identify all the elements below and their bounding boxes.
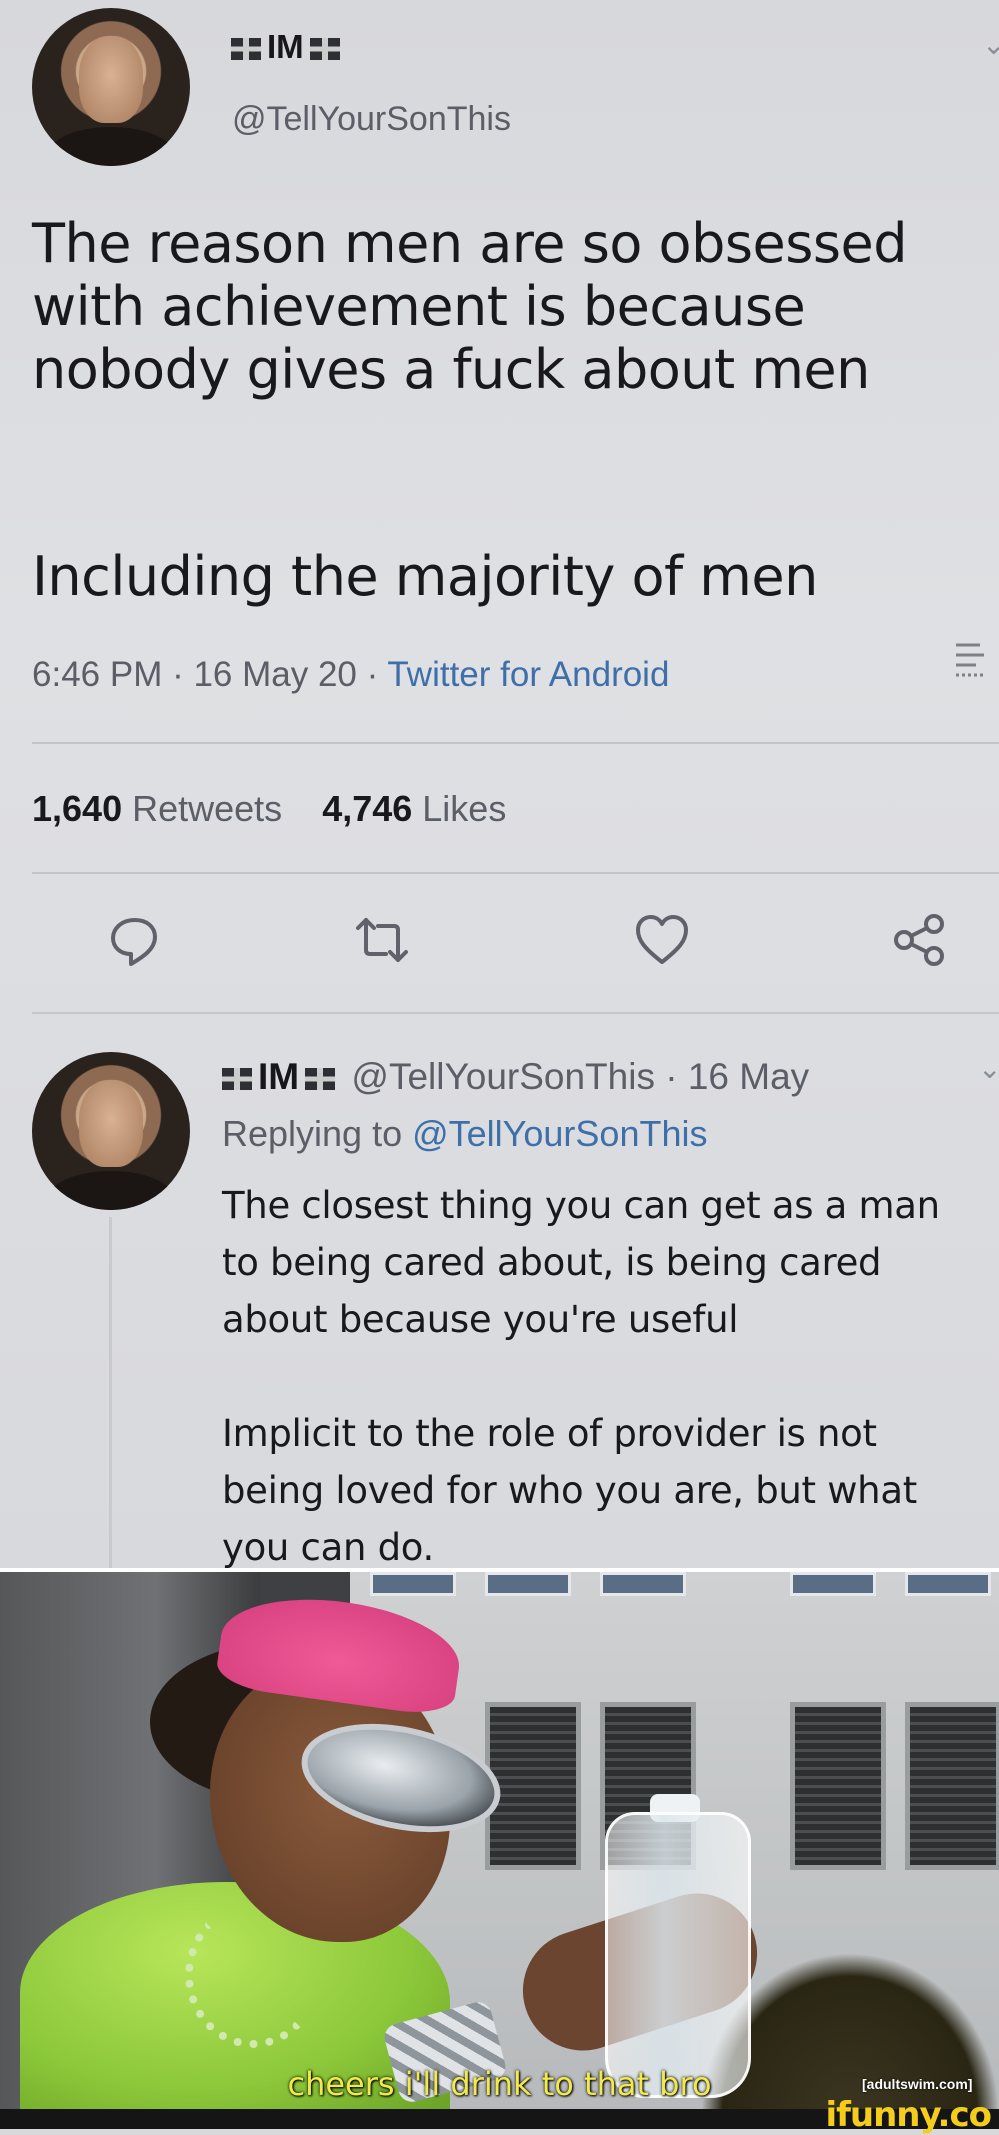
chevron-down-icon[interactable]: ⌄ xyxy=(978,1052,999,1085)
retweets-label: Retweets xyxy=(122,788,283,829)
thread-line xyxy=(109,1217,112,1568)
tweet-text-line: with achievement is because xyxy=(32,275,806,338)
reply-header: IM @TellYourSonThis · 16 May xyxy=(222,1056,809,1098)
divider xyxy=(32,872,999,874)
reply-text-line: Implicit to the role of provider is not xyxy=(222,1412,877,1455)
adultswim-watermark: [adultswim.com] xyxy=(862,2076,973,2092)
tweet-client[interactable]: Twitter for Android xyxy=(387,655,669,694)
retweets-stat[interactable]: 1,640 Retweets xyxy=(32,788,282,829)
tweet-text-line: The reason men are so obsessed xyxy=(32,212,907,275)
uk-flag-icon xyxy=(222,1068,252,1091)
uk-flag-icon xyxy=(305,1068,336,1091)
retweet-icon[interactable] xyxy=(352,910,412,970)
meme-image xyxy=(0,1568,999,2113)
tweet-text-line: nobody gives a fuck about men xyxy=(32,338,870,401)
reply-text-line: The closest thing you can get as a man xyxy=(222,1184,940,1227)
author-avatar[interactable] xyxy=(32,8,190,166)
reply-handle-date[interactable]: @TellYourSonThis · 16 May xyxy=(341,1056,809,1097)
ifunny-logo[interactable]: ifunny.co xyxy=(825,2095,992,2135)
uk-flag-icon xyxy=(231,38,261,61)
replying-prefix: Replying to xyxy=(222,1113,413,1154)
tweet-text: The reason men are so obsessed with achi… xyxy=(32,212,907,401)
replying-to: Replying to @TellYourSonThis xyxy=(222,1113,707,1155)
uk-flag-icon xyxy=(309,38,340,61)
tweet-meta: 6:46 PM · 16 May 20 · Twitter for Androi… xyxy=(32,655,669,695)
likes-stat[interactable]: 4,746 Likes xyxy=(322,788,506,829)
reply-text-line: to being cared about, is being cared xyxy=(222,1241,882,1284)
replying-handle-link[interactable]: @TellYourSonThis xyxy=(412,1113,707,1154)
reply-text-line: you can do. xyxy=(222,1526,434,1568)
reply-icon[interactable] xyxy=(105,910,165,970)
author-name[interactable]: IM xyxy=(225,28,346,66)
reply-author-avatar[interactable] xyxy=(32,1052,190,1210)
retweets-count: 1,640 xyxy=(32,788,123,829)
tweet-text-line: Including the majority of men xyxy=(32,545,818,608)
likes-count: 4,746 xyxy=(322,788,413,829)
chevron-down-icon[interactable]: ⌄ xyxy=(982,28,999,61)
likes-label: Likes xyxy=(412,788,507,829)
reply-text-line: about because you're useful xyxy=(222,1298,739,1341)
tweet-stats: 1,640 Retweets 4,746 Likes xyxy=(32,788,506,830)
divider xyxy=(32,742,999,744)
divider xyxy=(32,1012,999,1014)
like-icon[interactable] xyxy=(632,910,692,970)
reply-display-name: IM xyxy=(258,1056,300,1097)
author-handle[interactable]: @TellYourSonThis xyxy=(232,100,511,139)
reply-text-line: being loved for who you are, but what xyxy=(222,1469,917,1512)
tweet-timestamp[interactable]: 6:46 PM · 16 May 20 · xyxy=(32,655,387,694)
translate-icon[interactable] xyxy=(950,633,990,683)
reply-text-para2: Implicit to the role of provider is not … xyxy=(222,1405,917,1568)
author-display-name: IM xyxy=(267,28,304,65)
reply-text-para1: The closest thing you can get as a man t… xyxy=(222,1177,940,1348)
share-icon[interactable] xyxy=(890,910,950,970)
water-bottle xyxy=(605,1812,751,2098)
reply-author-name[interactable]: IM xyxy=(222,1056,341,1097)
tweet-screenshot: IM @TellYourSonThis ⌄ The reason men are… xyxy=(0,0,999,1568)
